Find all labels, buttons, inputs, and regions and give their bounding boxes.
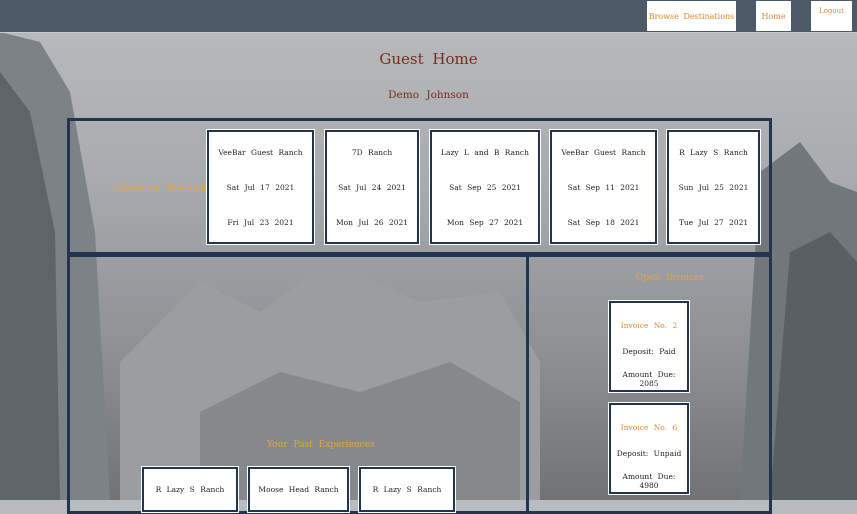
booking-start-date: Sat Sep 25 2021 — [449, 183, 521, 192]
past-experiences-label: Your Past Experiences — [267, 440, 375, 450]
booking-card[interactable]: 7D Ranch Sat Jul 24 2021 Mon Jul 26 2021 — [324, 129, 420, 245]
booking-ranch: Lazy L and B Ranch — [441, 148, 529, 157]
booking-start-date: Sat Jul 17 2021 — [226, 183, 295, 192]
past-experience-card[interactable]: Moose Head Ranch — [247, 466, 350, 513]
top-navbar: Browse Destinations Home Logout — [0, 0, 857, 33]
past-experience-card[interactable]: R Lazy S Ranch — [141, 466, 239, 513]
upcoming-bookings-label: Upcoming Bookings — [114, 183, 209, 193]
invoice-number: Invoice No. 6 — [620, 423, 678, 432]
booking-card[interactable]: VeeBar Guest Ranch Sat Jul 17 2021 Fri J… — [206, 129, 315, 245]
booking-card[interactable]: VeeBar Guest Ranch Sat Sep 11 2021 Sat S… — [549, 129, 658, 245]
past-ranch: R Lazy S Ranch — [155, 485, 225, 494]
booking-card[interactable]: Lazy L and B Ranch Sat Sep 25 2021 Mon S… — [429, 129, 541, 245]
booking-end-date: Sat Sep 18 2021 — [567, 218, 640, 227]
invoice-deposit-status: Deposit: Paid — [622, 347, 676, 356]
page-title: Guest Home — [379, 50, 478, 68]
invoice-amount-due: Amount Due: 4980 — [622, 472, 676, 490]
booking-start-date: Sat Jul 24 2021 — [338, 183, 406, 192]
home-button[interactable]: Home — [756, 1, 791, 31]
invoice-card[interactable]: Invoice No. 2 Deposit: Paid Amount Due: … — [608, 300, 690, 393]
logout-button[interactable]: Logout — [811, 1, 852, 31]
invoice-card[interactable]: Invoice No. 6 Deposit: Unpaid Amount Due… — [608, 402, 690, 495]
booking-end-date: Mon Jul 26 2021 — [335, 218, 409, 227]
booking-ranch: VeeBar Guest Ranch — [561, 148, 646, 157]
booking-end-date: Mon Sep 27 2021 — [446, 218, 524, 227]
past-ranch: R Lazy S Ranch — [372, 485, 442, 494]
invoice-deposit-status: Deposit: Unpaid — [616, 449, 682, 458]
open-invoices-label: Open Invoices — [636, 273, 704, 283]
past-ranch: Moose Head Ranch — [258, 485, 339, 494]
booking-card[interactable]: R Lazy S Ranch Sun Jul 25 2021 Tue Jul 2… — [666, 129, 761, 245]
booking-ranch: VeeBar Guest Ranch — [218, 148, 303, 157]
booking-end-date: Tue Jul 27 2021 — [678, 218, 749, 227]
booking-start-date: Sat Sep 11 2021 — [567, 183, 640, 192]
browse-destinations-button[interactable]: Browse Destinations — [647, 1, 736, 31]
past-experience-card[interactable]: R Lazy S Ranch — [358, 466, 456, 513]
invoice-amount-due: Amount Due: 2085 — [622, 370, 676, 388]
booking-end-date: Fri Jul 23 2021 — [227, 218, 294, 227]
guest-name: Demo Johnson — [388, 89, 469, 101]
booking-ranch: R Lazy S Ranch — [679, 148, 748, 157]
booking-start-date: Sun Jul 25 2021 — [678, 183, 749, 192]
booking-ranch: 7D Ranch — [351, 148, 393, 157]
invoice-number: Invoice No. 2 — [620, 321, 678, 330]
